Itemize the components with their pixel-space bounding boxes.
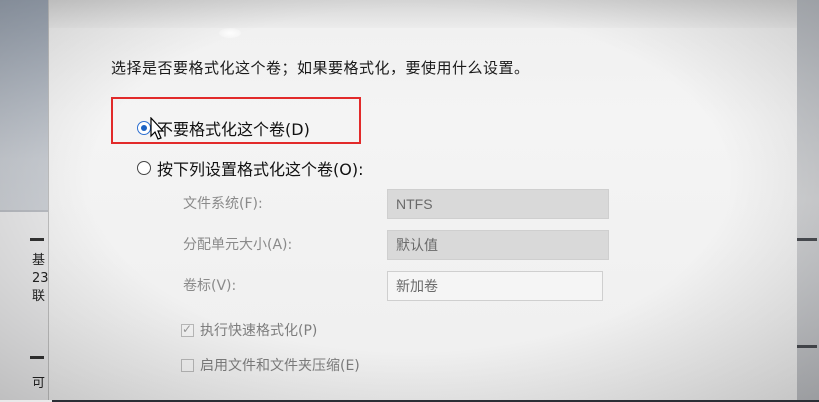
compression-checkbox[interactable] [181, 358, 194, 372]
quick-format-option[interactable]: 执行快速格式化(P) [181, 320, 317, 340]
radio-format-with-settings-label[interactable]: 按下列设置格式化这个卷(O): [157, 156, 363, 180]
format-partition-dialog: 选择是否要格式化这个卷；如果要格式化，要使用什么设置。 不要格式化这个卷(D) … [48, 0, 797, 400]
allocation-unit-label: 分配单元大小(A): [183, 237, 293, 253]
background-right-bar-2 [797, 345, 817, 348]
background-right-bar [797, 238, 817, 241]
radio-format-with-settings[interactable]: 按下列设置格式化这个卷(O): [137, 156, 363, 180]
background-dash-2 [30, 356, 44, 359]
radio-no-format-label[interactable]: 不要格式化这个卷(D) [157, 116, 310, 140]
format-prompt-text: 选择是否要格式化这个卷；如果要格式化，要使用什么设置。 [111, 59, 530, 77]
radio-no-format-button[interactable] [137, 121, 151, 135]
background-panel [0, 210, 52, 402]
volume-label-label: 卷标(V): [183, 278, 237, 294]
background-text-bottom: 可 [32, 376, 46, 391]
file-system-select[interactable]: NTFS [387, 189, 609, 219]
compression-option[interactable]: 启用文件和文件夹压缩(E) [181, 355, 360, 375]
screen-glare [219, 28, 241, 38]
radio-format-with-settings-button[interactable] [137, 161, 151, 175]
background-dash [30, 238, 44, 241]
background-text-line-2: 23 [32, 271, 49, 286]
background-text-line-3: 联 [32, 289, 46, 304]
background-text-line-1: 基 [32, 253, 46, 268]
quick-format-label[interactable]: 执行快速格式化(P) [200, 320, 317, 340]
file-system-label: 文件系统(F): [183, 196, 263, 212]
mouse-cursor-icon [150, 117, 165, 140]
quick-format-checkbox[interactable] [181, 322, 194, 337]
volume-label-input[interactable]: 新加卷 [387, 271, 603, 301]
compression-label[interactable]: 启用文件和文件夹压缩(E) [200, 355, 360, 375]
allocation-unit-select[interactable]: 默认值 [387, 230, 609, 260]
dialog-header-band [49, 0, 797, 28]
